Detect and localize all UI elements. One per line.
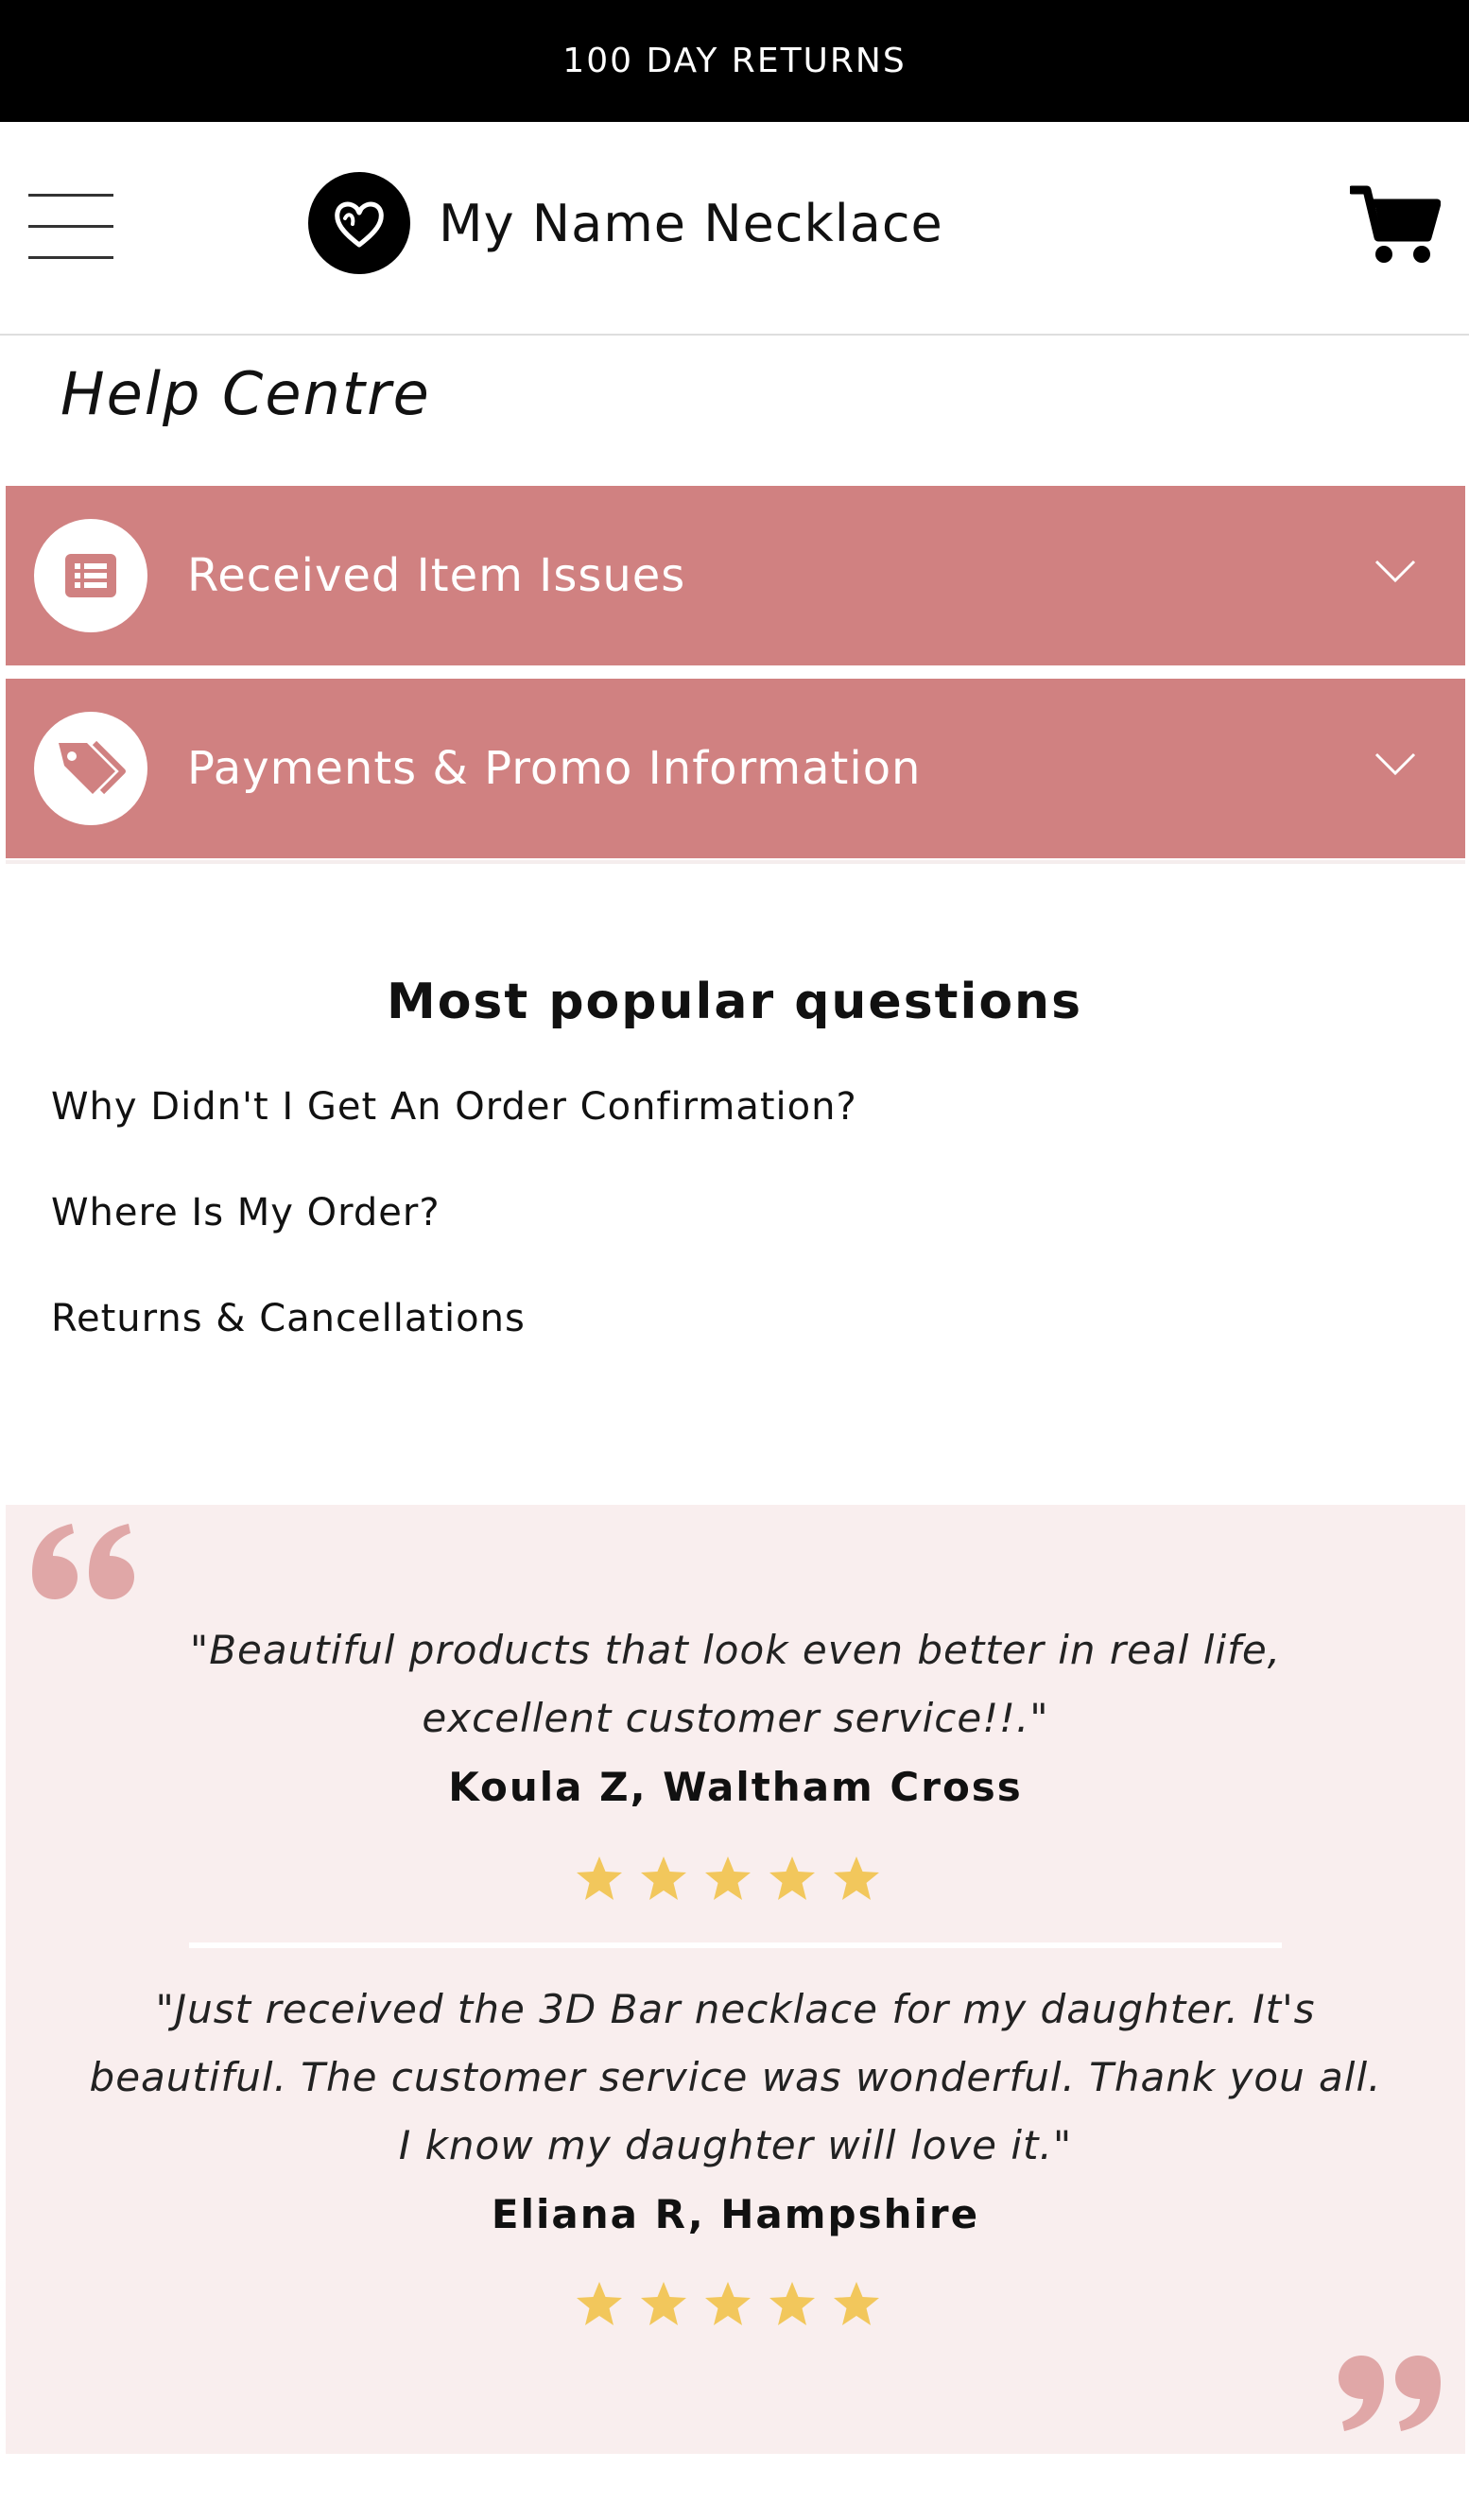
heart-logo-icon: [308, 172, 410, 274]
accordion-received-item-issues[interactable]: Received Item Issues: [6, 486, 1465, 665]
star-rating: [575, 2280, 881, 2329]
page-title: Help Centre: [60, 359, 431, 428]
review-line: "Just received the 3D Bar necklace for m…: [155, 1986, 1316, 2032]
accordion-label: Received Item Issues: [187, 549, 686, 602]
faq-link-where-is-my-order[interactable]: Where Is My Order?: [51, 1191, 441, 1234]
brand-link[interactable]: My Name Necklace: [308, 171, 943, 275]
chevron-down-icon: [1374, 560, 1416, 583]
star-icon: [834, 2282, 879, 2325]
star-rating: [575, 1855, 881, 1904]
site-header: My Name Necklace: [0, 122, 1469, 336]
star-icon: [834, 1856, 879, 1900]
review-divider: [189, 1942, 1282, 1948]
review-line: beautiful. The customer service was wond…: [89, 2054, 1382, 2100]
accordion-label: Payments & Promo Information: [187, 742, 922, 795]
quote-open-icon: [32, 1524, 134, 1599]
faq-link-returns-cancellations[interactable]: Returns & Cancellations: [51, 1297, 526, 1340]
quote-close-icon: [1339, 2356, 1441, 2431]
chevron-down-icon: [1374, 752, 1416, 776]
announcement-bar: 100 DAY RETURNS: [0, 0, 1469, 122]
review-line: "Beautiful products that look even bette…: [189, 1627, 1282, 1673]
popular-questions-title: Most popular questions: [386, 974, 1083, 1030]
tags-icon: [34, 712, 147, 825]
star-icon: [705, 1856, 751, 1900]
star-icon: [577, 1856, 622, 1900]
brand-name: My Name Necklace: [439, 193, 943, 253]
reviewer-name: Koula Z, Waltham Cross: [448, 1764, 1023, 1810]
review-text: "Just received the 3D Bar necklace for m…: [6, 1976, 1465, 2180]
star-icon: [705, 2282, 751, 2325]
star-icon: [769, 2282, 815, 2325]
list-icon: [34, 519, 147, 632]
accordion-payments-promo[interactable]: Payments & Promo Information: [6, 679, 1465, 858]
review-line: I know my daughter will love it.": [398, 2122, 1073, 2168]
review-line: excellent customer service!!.": [422, 1695, 1049, 1741]
review-text: "Beautiful products that look even bette…: [6, 1616, 1465, 1752]
divider: [6, 860, 1465, 864]
star-icon: [577, 2282, 622, 2325]
reviewer-name: Eliana R, Hampshire: [491, 2191, 980, 2237]
announcement-text: 100 DAY RETURNS: [562, 42, 907, 80]
star-icon: [769, 1856, 815, 1900]
faq-link-order-confirmation[interactable]: Why Didn't I Get An Order Confirmation?: [51, 1085, 857, 1129]
hamburger-menu-icon[interactable]: [28, 194, 113, 260]
shopping-cart-icon[interactable]: [1347, 184, 1442, 266]
star-icon: [641, 1856, 686, 1900]
star-icon: [641, 2282, 686, 2325]
